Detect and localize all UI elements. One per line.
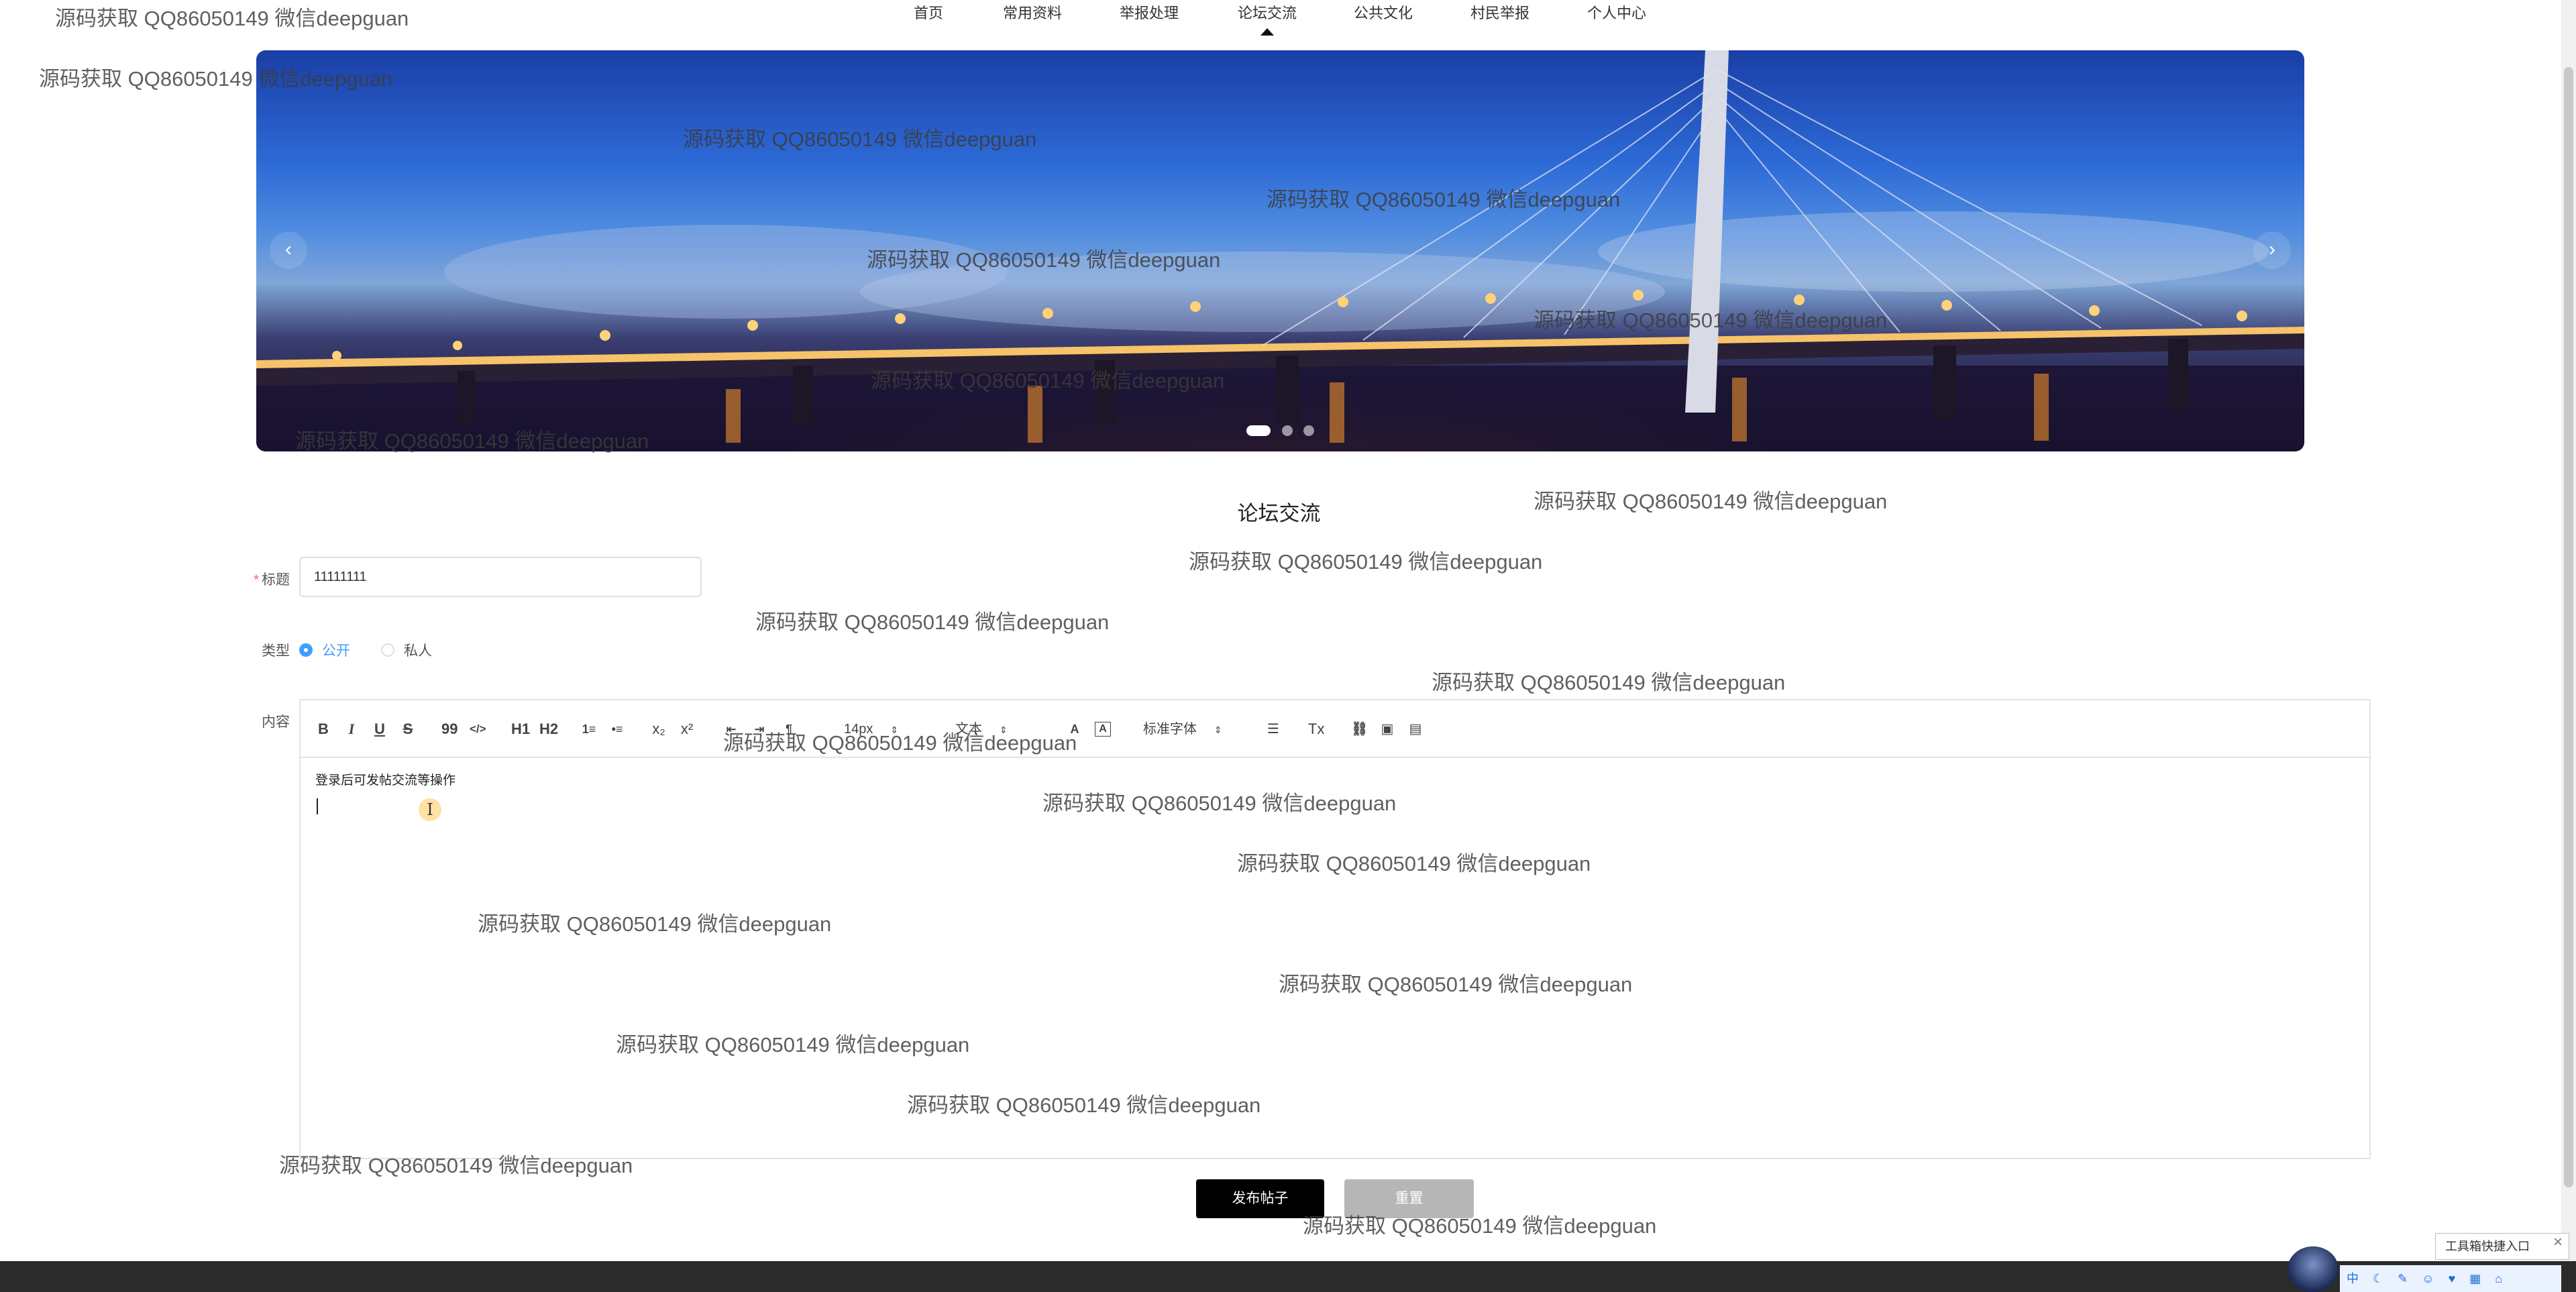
underline-button[interactable]: U [372, 718, 388, 741]
rich-text-editor: B I U S 99 </> H1 H2 1≡ •≡ x₂ x² ⇤ ⇥ ¶ 1… [299, 699, 2371, 1159]
nav-item-resources[interactable]: 常用资料 [1003, 1, 1062, 23]
type-radio-public-label: 公开 [322, 643, 350, 659]
size-select[interactable]: 14px ⇕ [844, 718, 898, 741]
scrollbar-thumb[interactable] [2564, 67, 2573, 1187]
nav-item-culture[interactable]: 公共文化 [1354, 1, 1413, 23]
chevron-right-icon: › [2269, 238, 2275, 260]
indent-icon[interactable]: ⇥ [751, 718, 767, 741]
font-select[interactable]: 标准字体 ⇕ [1143, 718, 1222, 741]
type-label: 类型 [262, 643, 290, 659]
title-label: 标题 [262, 572, 290, 588]
title-label-row: * 标题 [209, 569, 290, 589]
ordered-list-button[interactable]: 1≡ [581, 718, 597, 741]
nav-item-villager-report[interactable]: 村民举报 [1470, 1, 1529, 23]
reset-button[interactable]: 重置 [1344, 1179, 1474, 1218]
top-navigation: 首页 常用资料 举报处理 论坛交流 公共文化 村民举报 个人中心 [0, 0, 2563, 47]
carousel-indicators [256, 425, 2304, 439]
editor-content-area[interactable]: 登录后可发帖交流等操作 I [301, 759, 2369, 1158]
background-color-icon[interactable]: A [1095, 722, 1111, 737]
nav-item-forum[interactable]: 论坛交流 [1238, 1, 1297, 23]
carousel-dot-2[interactable] [1281, 425, 1293, 436]
select-arrow-icon: ⇕ [1000, 724, 1008, 735]
size-select-value: 14px [844, 722, 873, 737]
toolbox-icon-bar[interactable]: 中 ☾ ✎ ☺ ♥ ▦ ⌂ [2340, 1265, 2561, 1292]
bold-button[interactable]: B [315, 718, 331, 741]
align-left-icon[interactable]: ☰ [1265, 718, 1281, 741]
close-icon[interactable]: × [2553, 1233, 2563, 1252]
carousel-next-button[interactable]: › [2253, 231, 2291, 269]
title-input[interactable] [299, 557, 702, 597]
text-color-icon[interactable]: A [1067, 718, 1083, 741]
page-title: 论坛交流 [1237, 502, 1321, 525]
toolbox-widget: 工具箱快捷入口 × 中 ☾ ✎ ☺ ♥ ▦ ⌂ [2288, 1233, 2569, 1292]
nav-item-reports[interactable]: 举报处理 [1120, 1, 1179, 23]
carousel-dot-1[interactable] [1246, 425, 1271, 436]
toolbox-title-text: 工具箱快捷入口 [2445, 1240, 2530, 1253]
video-icon[interactable]: ▤ [1407, 718, 1424, 741]
clean-format-button[interactable]: Tx [1308, 718, 1324, 741]
text-cursor-icon: I [419, 798, 441, 821]
bridge-photo [256, 50, 2304, 451]
carousel-prev-button[interactable]: ‹ [270, 231, 307, 269]
strike-button[interactable]: S [400, 718, 416, 741]
page-footer [0, 1261, 2576, 1292]
editor-content-text: 登录后可发帖交流等操作 [315, 773, 456, 788]
blockquote-button[interactable]: 99 [441, 718, 458, 741]
superscript-button[interactable]: x² [679, 718, 695, 741]
type-radio-private[interactable]: 私人 [381, 640, 432, 660]
italic-button[interactable]: I [343, 718, 360, 741]
header-select-value: 文本 [955, 722, 982, 737]
type-radio-public[interactable]: 公开 [299, 640, 350, 660]
carousel-dot-3[interactable] [1303, 425, 1314, 436]
submit-post-button[interactable]: 发布帖子 [1196, 1179, 1324, 1218]
code-block-button[interactable]: </> [470, 718, 486, 741]
watermark-text: 源码获取 QQ86050149 微信deepguan [1189, 550, 1543, 574]
required-mark: * [253, 572, 259, 588]
assistant-avatar[interactable] [2288, 1246, 2339, 1292]
subscript-button[interactable]: x₂ [651, 718, 667, 741]
radio-circle [381, 643, 394, 657]
banner-carousel: ‹ › [256, 50, 2304, 451]
nav-item-home[interactable]: 首页 [914, 1, 943, 23]
link-icon[interactable]: ⛓ [1351, 718, 1368, 741]
nav-item-profile[interactable]: 个人中心 [1587, 1, 1646, 23]
page-scrollbar[interactable] [2561, 0, 2576, 1261]
header1-button[interactable]: H1 [511, 718, 530, 741]
image-icon[interactable]: ▣ [1379, 718, 1395, 741]
watermark-text: 源码获取 QQ86050149 微信deepguan [1432, 671, 1786, 694]
header2-button[interactable]: H2 [539, 718, 558, 741]
radio-circle [299, 643, 313, 657]
text-direction-icon[interactable]: ¶ [781, 718, 797, 741]
text-caret [317, 798, 318, 814]
header-select[interactable]: 文本 ⇕ [955, 718, 1008, 741]
select-arrow-icon: ⇕ [890, 724, 899, 735]
editor-toolbar: B I U S 99 </> H1 H2 1≡ •≡ x₂ x² ⇤ ⇥ ¶ 1… [301, 700, 2369, 758]
outdent-icon[interactable]: ⇤ [723, 718, 739, 741]
content-label: 内容 [262, 714, 290, 730]
watermark-text: 源码获取 QQ86050149 微信deepguan [755, 610, 1110, 634]
type-radio-private-label: 私人 [404, 643, 432, 659]
bullet-list-button[interactable]: •≡ [609, 718, 625, 741]
font-select-value: 标准字体 [1143, 722, 1197, 737]
select-arrow-icon: ⇕ [1214, 724, 1222, 735]
toolbox-title[interactable]: 工具箱快捷入口 [2435, 1233, 2569, 1260]
chevron-left-icon: ‹ [285, 238, 292, 260]
